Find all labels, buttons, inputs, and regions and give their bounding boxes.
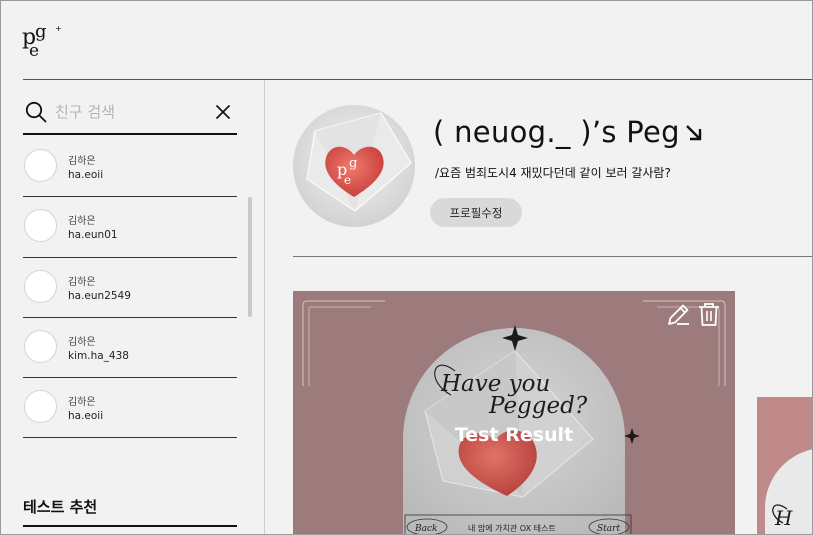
friend-id: kim.ha_438 [68, 349, 129, 362]
friend-item[interactable]: 김하은 kim.ha_438 [23, 318, 237, 379]
friend-id: ha.eoii [68, 410, 104, 423]
app-window: p g e + 김하은 ha.eoii 김하은 ha.eun01 [0, 0, 813, 535]
svg-text:e: e [29, 41, 39, 61]
profile-bio: /요즘 범죄도시4 재밌다던데 같이 보러 갈사람? [435, 166, 671, 180]
profile-avatar[interactable]: p g e [293, 105, 415, 227]
search-input[interactable] [55, 100, 205, 124]
profile-title-text: ( neuog._ )’s Peg [433, 115, 680, 149]
friend-id: ha.eun01 [68, 229, 118, 242]
friend-name: 김하은 [68, 156, 96, 167]
test-result-card[interactable]: Have you Pegged? Back Start 내 맘에 가치관 OX … [293, 291, 735, 534]
friend-item[interactable]: 김하은 ha.eoii [23, 378, 237, 439]
friend-list-scrollbar[interactable] [248, 197, 252, 317]
header-divider [23, 79, 812, 80]
search-icon[interactable] [25, 101, 47, 123]
avatar [24, 390, 57, 424]
avatar [24, 149, 57, 182]
friend-name: 김하은 [68, 397, 96, 409]
card-footer-text: 내 맘에 가치관 OX 테스트 [468, 523, 556, 533]
friend-item[interactable]: 김하은 ha.eun2549 [23, 258, 237, 318]
avatar [24, 269, 57, 303]
test-recommend-underline [23, 525, 237, 527]
peg-logo[interactable]: p g e + [21, 19, 65, 63]
avatar [24, 329, 57, 363]
arrow-down-right-icon[interactable] [684, 123, 704, 143]
edit-profile-button[interactable]: 프로필수정 [430, 198, 522, 227]
friend-item[interactable]: 김하은 ha.eoii [23, 137, 237, 198]
friend-name: 김하은 [68, 336, 96, 348]
test-result-label: Test Result [454, 424, 574, 446]
friend-name: 김하은 [68, 216, 96, 228]
friend-id: ha.eun2549 [68, 289, 131, 302]
card-2-artwork: H [757, 397, 812, 534]
friend-name: 김하은 [68, 276, 96, 288]
test-card-2[interactable]: H [757, 397, 812, 534]
friend-id: ha.eoii [68, 169, 104, 181]
svg-text:g: g [35, 21, 47, 42]
card-title-line-2: Pegged? [488, 393, 588, 419]
start-button-label: Start [597, 524, 620, 534]
sidebar-divider [264, 80, 265, 534]
friend-search [23, 97, 237, 135]
svg-text:e: e [344, 173, 351, 187]
profile-title: ( neuog._ )’s Peg [433, 115, 704, 149]
svg-text:+: + [55, 24, 62, 33]
back-button-label: Back [414, 524, 437, 534]
profile-divider [293, 256, 812, 257]
svg-text:g: g [349, 156, 357, 171]
friend-list: 김하은 ha.eoii 김하은 ha.eun01 김하은 ha.eun2549 … [23, 137, 237, 439]
friend-item[interactable]: 김하은 ha.eun01 [23, 197, 237, 258]
test-recommend-title: 테스트 추천 [23, 498, 98, 516]
trash-icon[interactable] [697, 301, 721, 327]
svg-text:H: H [774, 506, 793, 530]
close-icon[interactable] [215, 104, 231, 120]
pen-icon[interactable] [665, 302, 691, 328]
avatar [24, 209, 57, 243]
